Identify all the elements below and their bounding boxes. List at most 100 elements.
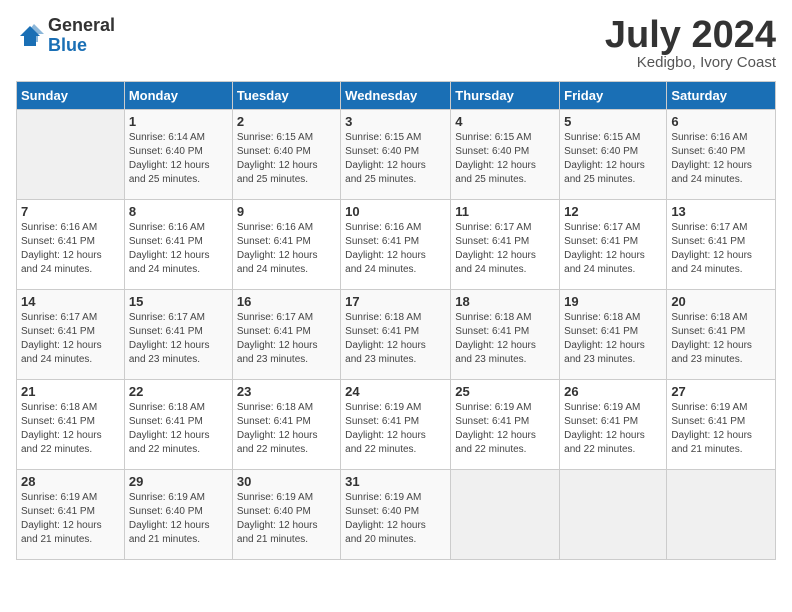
day-info: Sunrise: 6:15 AM Sunset: 6:40 PM Dayligh… [345, 131, 446, 187]
calendar-cell: 25 Sunrise: 6:19 AM Sunset: 6:41 PM Dayli… [451, 380, 560, 470]
day-number: 18 [455, 294, 555, 309]
calendar-cell: 16Sunrise: 6:17 AM Sunset: 6:41 PM Dayli… [232, 290, 340, 380]
logo-blue: Blue [48, 36, 115, 56]
logo-text: General Blue [48, 16, 115, 56]
calendar-cell: 20 Sunrise: 6:18 AM Sunset: 6:41 PM Dayli… [667, 290, 776, 380]
calendar-cell: 2 Sunrise: 6:15 AM Sunset: 6:40 PM Daylig… [232, 110, 340, 200]
title-block: July 2024 Kedigbo, Ivory Coast [605, 16, 776, 71]
day-info: Sunrise: 6:15 AM Sunset: 6:40 PM Dayligh… [237, 131, 336, 187]
day-number: 20 [671, 294, 771, 309]
calendar-cell: 18 Sunrise: 6:18 AM Sunset: 6:41 PM Dayli… [451, 290, 560, 380]
calendar-cell: 14Sunrise: 6:17 AM Sunset: 6:41 PM Dayli… [17, 290, 125, 380]
calendar-week-row: 7 Sunrise: 6:16 AM Sunset: 6:41 PM Daylig… [17, 200, 776, 290]
day-number: 22 [129, 384, 228, 399]
day-number: 26 [564, 384, 662, 399]
col-header-tuesday: Tuesday [232, 82, 340, 110]
calendar-week-row: 21 Sunrise: 6:18 AM Sunset: 6:41 PM Dayli… [17, 380, 776, 470]
page-header: General Blue July 2024 Kedigbo, Ivory Co… [16, 16, 776, 71]
day-info: Sunrise: 6:19 AM Sunset: 6:40 PM Dayligh… [129, 491, 228, 547]
day-info: Sunrise: 6:18 AM Sunset: 6:41 PM Dayligh… [129, 401, 228, 457]
col-header-thursday: Thursday [451, 82, 560, 110]
day-number: 25 [455, 384, 555, 399]
calendar-cell: 31 Sunrise: 6:19 AM Sunset: 6:40 PM Dayli… [341, 470, 451, 560]
day-info: Sunrise: 6:17 AM Sunset: 6:41 PM Dayligh… [564, 221, 662, 277]
col-header-saturday: Saturday [667, 82, 776, 110]
calendar-week-row: 1Sunrise: 6:14 AM Sunset: 6:40 PM Daylig… [17, 110, 776, 200]
day-number: 3 [345, 114, 446, 129]
calendar-week-row: 28Sunrise: 6:19 AM Sunset: 6:41 PM Dayli… [17, 470, 776, 560]
day-info: Sunrise: 6:18 AM Sunset: 6:41 PM Dayligh… [345, 311, 446, 367]
day-info: Sunrise: 6:19 AM Sunset: 6:40 PM Dayligh… [237, 491, 336, 547]
calendar-cell: 26 Sunrise: 6:19 AM Sunset: 6:41 PM Dayli… [560, 380, 667, 470]
day-number: 4 [455, 114, 555, 129]
col-header-friday: Friday [560, 82, 667, 110]
day-number: 24 [345, 384, 446, 399]
day-number: 13 [671, 204, 771, 219]
calendar-cell: 30 Sunrise: 6:19 AM Sunset: 6:40 PM Dayli… [232, 470, 340, 560]
day-number: 29 [129, 474, 228, 489]
day-info: Sunrise: 6:16 AM Sunset: 6:41 PM Dayligh… [21, 221, 120, 277]
logo: General Blue [16, 16, 115, 56]
day-number: 7 [21, 204, 120, 219]
day-info: Sunrise: 6:19 AM Sunset: 6:41 PM Dayligh… [671, 401, 771, 457]
day-number: 6 [671, 114, 771, 129]
day-info: Sunrise: 6:14 AM Sunset: 6:40 PM Dayligh… [129, 131, 228, 187]
day-info: Sunrise: 6:17 AM Sunset: 6:41 PM Dayligh… [21, 311, 120, 367]
calendar-cell: 8 Sunrise: 6:16 AM Sunset: 6:41 PM Daylig… [124, 200, 232, 290]
logo-icon [16, 22, 44, 50]
day-number: 2 [237, 114, 336, 129]
calendar-cell: 1Sunrise: 6:14 AM Sunset: 6:40 PM Daylig… [124, 110, 232, 200]
calendar-cell: 21 Sunrise: 6:18 AM Sunset: 6:41 PM Dayli… [17, 380, 125, 470]
day-number: 16 [237, 294, 336, 309]
calendar-cell: 23Sunrise: 6:18 AM Sunset: 6:41 PM Dayli… [232, 380, 340, 470]
day-info: Sunrise: 6:18 AM Sunset: 6:41 PM Dayligh… [21, 401, 120, 457]
day-number: 10 [345, 204, 446, 219]
calendar-cell: 28Sunrise: 6:19 AM Sunset: 6:41 PM Dayli… [17, 470, 125, 560]
col-header-monday: Monday [124, 82, 232, 110]
day-number: 11 [455, 204, 555, 219]
day-info: Sunrise: 6:18 AM Sunset: 6:41 PM Dayligh… [671, 311, 771, 367]
calendar-cell: 15Sunrise: 6:17 AM Sunset: 6:41 PM Dayli… [124, 290, 232, 380]
calendar-cell: 4 Sunrise: 6:15 AM Sunset: 6:40 PM Daylig… [451, 110, 560, 200]
calendar-cell: 24 Sunrise: 6:19 AM Sunset: 6:41 PM Dayli… [341, 380, 451, 470]
calendar-cell: 6 Sunrise: 6:16 AM Sunset: 6:40 PM Daylig… [667, 110, 776, 200]
day-number: 27 [671, 384, 771, 399]
calendar-cell [560, 470, 667, 560]
day-number: 31 [345, 474, 446, 489]
day-number: 28 [21, 474, 120, 489]
calendar-cell: 19 Sunrise: 6:18 AM Sunset: 6:41 PM Dayli… [560, 290, 667, 380]
calendar-cell: 12Sunrise: 6:17 AM Sunset: 6:41 PM Dayli… [560, 200, 667, 290]
calendar-cell [667, 470, 776, 560]
day-info: Sunrise: 6:19 AM Sunset: 6:40 PM Dayligh… [345, 491, 446, 547]
day-number: 19 [564, 294, 662, 309]
calendar-cell [451, 470, 560, 560]
calendar-header-row: SundayMondayTuesdayWednesdayThursdayFrid… [17, 82, 776, 110]
day-info: Sunrise: 6:18 AM Sunset: 6:41 PM Dayligh… [237, 401, 336, 457]
col-header-wednesday: Wednesday [341, 82, 451, 110]
day-number: 8 [129, 204, 228, 219]
calendar-location: Kedigbo, Ivory Coast [605, 54, 776, 71]
day-info: Sunrise: 6:16 AM Sunset: 6:41 PM Dayligh… [129, 221, 228, 277]
day-info: Sunrise: 6:15 AM Sunset: 6:40 PM Dayligh… [564, 131, 662, 187]
col-header-sunday: Sunday [17, 82, 125, 110]
day-info: Sunrise: 6:19 AM Sunset: 6:41 PM Dayligh… [564, 401, 662, 457]
day-info: Sunrise: 6:16 AM Sunset: 6:41 PM Dayligh… [237, 221, 336, 277]
calendar-cell: 27 Sunrise: 6:19 AM Sunset: 6:41 PM Dayli… [667, 380, 776, 470]
day-number: 30 [237, 474, 336, 489]
calendar-cell [17, 110, 125, 200]
calendar-cell: 9Sunrise: 6:16 AM Sunset: 6:41 PM Daylig… [232, 200, 340, 290]
calendar-cell: 5Sunrise: 6:15 AM Sunset: 6:40 PM Daylig… [560, 110, 667, 200]
day-number: 15 [129, 294, 228, 309]
day-number: 21 [21, 384, 120, 399]
calendar-cell: 17Sunrise: 6:18 AM Sunset: 6:41 PM Dayli… [341, 290, 451, 380]
day-info: Sunrise: 6:17 AM Sunset: 6:41 PM Dayligh… [455, 221, 555, 277]
logo-general: General [48, 16, 115, 36]
day-info: Sunrise: 6:19 AM Sunset: 6:41 PM Dayligh… [455, 401, 555, 457]
calendar-title: July 2024 [605, 16, 776, 54]
day-info: Sunrise: 6:18 AM Sunset: 6:41 PM Dayligh… [455, 311, 555, 367]
day-info: Sunrise: 6:15 AM Sunset: 6:40 PM Dayligh… [455, 131, 555, 187]
day-info: Sunrise: 6:19 AM Sunset: 6:41 PM Dayligh… [345, 401, 446, 457]
calendar-cell: 11 Sunrise: 6:17 AM Sunset: 6:41 PM Dayli… [451, 200, 560, 290]
day-info: Sunrise: 6:16 AM Sunset: 6:40 PM Dayligh… [671, 131, 771, 187]
day-info: Sunrise: 6:18 AM Sunset: 6:41 PM Dayligh… [564, 311, 662, 367]
